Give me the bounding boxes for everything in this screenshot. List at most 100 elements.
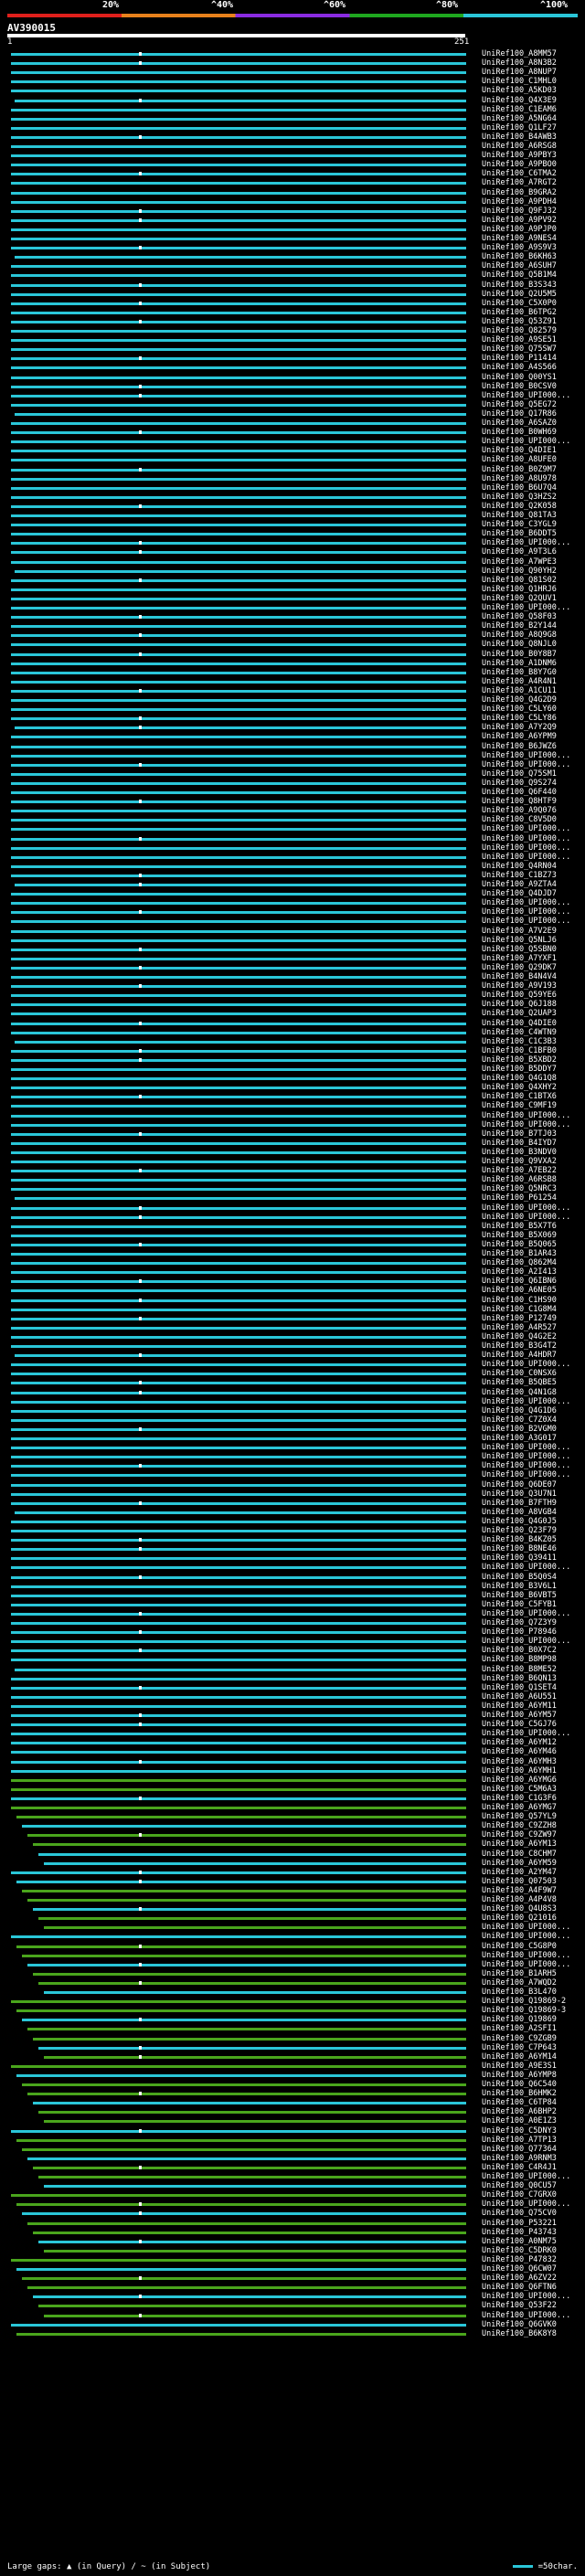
hit-name-link[interactable]: UniRef100_UPI000... <box>482 2172 584 2181</box>
hit-name-link[interactable]: UniRef100_UPI000... <box>482 391 584 400</box>
hit-name-link[interactable]: UniRef100_C3YGL9 <box>482 520 584 529</box>
hit-name-link[interactable]: UniRef100_A6ZV22 <box>482 2274 584 2283</box>
hit-name-link[interactable]: UniRef100_A7WQD2 <box>482 1978 584 1988</box>
hit-name-link[interactable]: UniRef100_Q5B1M4 <box>482 270 584 280</box>
hit-name-link[interactable]: UniRef100_C1BFB0 <box>482 1046 584 1055</box>
hit-name-link[interactable]: UniRef100_A7YXF1 <box>482 954 584 963</box>
hit-name-link[interactable]: UniRef100_Q77364 <box>482 2145 584 2154</box>
hit-name-link[interactable]: UniRef100_C9ZW97 <box>482 1830 584 1839</box>
hit-name-link[interactable]: UniRef100_Q1SET4 <box>482 1683 584 1692</box>
hit-name-link[interactable]: UniRef100_A3G017 <box>482 1434 584 1443</box>
hit-name-link[interactable]: UniRef100_B0Z9M7 <box>482 465 584 474</box>
hit-name-link[interactable]: UniRef100_Q75SM1 <box>482 769 584 779</box>
hit-name-link[interactable]: UniRef100_C9ZZH8 <box>482 1821 584 1830</box>
hit-name-link[interactable]: UniRef100_Q57YL9 <box>482 1812 584 1821</box>
hit-name-link[interactable]: UniRef100_A6YMG6 <box>482 1776 584 1785</box>
hit-name-link[interactable]: UniRef100_UPI000... <box>482 2200 584 2209</box>
hit-name-link[interactable]: UniRef100_Q6C540 <box>482 2080 584 2089</box>
hit-name-link[interactable]: UniRef100_B4N4V4 <box>482 972 584 981</box>
hit-name-link[interactable]: UniRef100_Q4G0J5 <box>482 1517 584 1526</box>
hit-name-link[interactable]: UniRef100_Q3HZS2 <box>482 493 584 502</box>
hit-name-link[interactable]: UniRef100_A6RSB8 <box>482 1175 584 1184</box>
hit-name-link[interactable]: UniRef100_Q5NLJ6 <box>482 936 584 945</box>
hit-name-link[interactable]: UniRef100_B3G4T2 <box>482 1341 584 1351</box>
hit-name-link[interactable]: UniRef100_B0X7C2 <box>482 1646 584 1655</box>
hit-name-link[interactable]: UniRef100_A4HDR7 <box>482 1351 584 1360</box>
hit-name-link[interactable]: UniRef100_A7RGT2 <box>482 178 584 187</box>
hit-name-link[interactable]: UniRef100_A2YM47 <box>482 1868 584 1877</box>
hit-name-link[interactable]: UniRef100_UPI000... <box>482 1609 584 1618</box>
hit-name-link[interactable]: UniRef100_Q29DK7 <box>482 963 584 972</box>
hit-name-link[interactable]: UniRef100_A9PV92 <box>482 216 584 225</box>
hit-name-link[interactable]: UniRef100_A9PDH4 <box>482 197 584 207</box>
hit-name-link[interactable]: UniRef100_C6TP84 <box>482 2098 584 2107</box>
hit-name-link[interactable]: UniRef100_Q7Z3Y9 <box>482 1618 584 1627</box>
hit-name-link[interactable]: UniRef100_A6YMH3 <box>482 1757 584 1766</box>
hit-name-link[interactable]: UniRef100_A4R4N1 <box>482 677 584 686</box>
hit-name-link[interactable]: UniRef100_B8MP98 <box>482 1655 584 1664</box>
hit-name-link[interactable]: UniRef100_A4F9W7 <box>482 1886 584 1895</box>
hit-name-link[interactable]: UniRef100_UPI000... <box>482 751 584 760</box>
hit-name-link[interactable]: UniRef100_Q1HRJ6 <box>482 585 584 594</box>
hit-name-link[interactable]: UniRef100_UPI000... <box>482 1213 584 1222</box>
hit-name-link[interactable]: UniRef100_Q53Z91 <box>482 317 584 326</box>
hit-name-link[interactable]: UniRef100_Q21016 <box>482 1913 584 1923</box>
hit-name-link[interactable]: UniRef100_C4R4J1 <box>482 2163 584 2172</box>
hit-name-link[interactable]: UniRef100_A4P4V8 <box>482 1895 584 1904</box>
hit-name-link[interactable]: UniRef100_UPI000... <box>482 907 584 917</box>
hit-name-link[interactable]: UniRef100_A2I413 <box>482 1267 584 1277</box>
hit-name-link[interactable]: UniRef100_A9V193 <box>482 981 584 991</box>
hit-name-link[interactable]: UniRef100_B6VBT5 <box>482 1591 584 1600</box>
hit-name-link[interactable]: UniRef100_Q58F03 <box>482 612 584 621</box>
hit-name-link[interactable]: UniRef100_Q2QUV1 <box>482 594 584 603</box>
hit-name-link[interactable]: UniRef100_B6DDT5 <box>482 529 584 538</box>
hit-name-link[interactable]: UniRef100_Q2U5M5 <box>482 290 584 299</box>
hit-name-link[interactable]: UniRef100_C4WTN9 <box>482 1028 584 1037</box>
hit-name-link[interactable]: UniRef100_Q4G2D9 <box>482 695 584 705</box>
hit-name-link[interactable]: UniRef100_B8ME52 <box>482 1665 584 1674</box>
hit-name-link[interactable]: UniRef100_Q9FJ32 <box>482 207 584 216</box>
hit-name-link[interactable]: UniRef100_C8V5D0 <box>482 815 584 824</box>
hit-name-link[interactable]: UniRef100_A7TP13 <box>482 2136 584 2145</box>
hit-name-link[interactable]: UniRef100_Q4N1G8 <box>482 1388 584 1397</box>
hit-name-link[interactable]: UniRef100_B1ARH5 <box>482 1969 584 1978</box>
hit-name-link[interactable]: UniRef100_C7Z0X4 <box>482 1415 584 1425</box>
hit-name-link[interactable]: UniRef100_Q4X3E9 <box>482 96 584 105</box>
hit-name-link[interactable]: UniRef100_Q8HTF9 <box>482 797 584 806</box>
hit-name-link[interactable]: UniRef100_A6YM59 <box>482 1859 584 1868</box>
hit-name-link[interactable]: UniRef100_UPI000... <box>482 437 584 446</box>
hit-name-link[interactable]: UniRef100_C1BZ73 <box>482 871 584 880</box>
hit-name-link[interactable]: UniRef100_B1AR43 <box>482 1249 584 1258</box>
hit-name-link[interactable]: UniRef100_C5LY60 <box>482 705 584 714</box>
hit-name-link[interactable]: UniRef100_B6U7Q4 <box>482 483 584 493</box>
hit-name-link[interactable]: UniRef100_A9S9V3 <box>482 243 584 252</box>
hit-name-link[interactable]: UniRef100_Q07503 <box>482 1877 584 1886</box>
hit-name-link[interactable]: UniRef100_B4KZ05 <box>482 1535 584 1544</box>
hit-name-link[interactable]: UniRef100_Q4U8S3 <box>482 1904 584 1913</box>
hit-name-link[interactable]: UniRef100_A6U551 <box>482 1692 584 1701</box>
hit-name-link[interactable]: UniRef100_B3S343 <box>482 281 584 290</box>
hit-name-link[interactable]: UniRef100_A9PBO0 <box>482 160 584 169</box>
hit-name-link[interactable]: UniRef100_Q75SW7 <box>482 345 584 354</box>
hit-name-link[interactable]: UniRef100_B0WH69 <box>482 428 584 437</box>
hit-name-link[interactable]: UniRef100_Q8NJL0 <box>482 640 584 649</box>
hit-name-link[interactable]: UniRef100_UPI000... <box>482 1932 584 1941</box>
hit-name-link[interactable]: UniRef100_UPI000... <box>482 1951 584 1960</box>
hit-name-link[interactable]: UniRef100_B6K8Y8 <box>482 2329 584 2338</box>
hit-name-link[interactable]: UniRef100_Q3U7N1 <box>482 1489 584 1499</box>
hit-name-link[interactable]: UniRef100_B5X069 <box>482 1231 584 1240</box>
hit-name-link[interactable]: UniRef100_A5NG64 <box>482 114 584 123</box>
hit-name-link[interactable]: UniRef100_B5Q065 <box>482 1240 584 1249</box>
hit-name-link[interactable]: UniRef100_Q6DE07 <box>482 1480 584 1489</box>
hit-name-link[interactable]: UniRef100_B6HMK2 <box>482 2089 584 2098</box>
hit-name-link[interactable]: UniRef100_A8VGB4 <box>482 1508 584 1517</box>
hit-name-link[interactable]: UniRef100_C1HS90 <box>482 1296 584 1305</box>
hit-name-link[interactable]: UniRef100_A4R527 <box>482 1323 584 1332</box>
hit-name-link[interactable]: UniRef100_C5FYB1 <box>482 1600 584 1609</box>
hit-name-link[interactable]: UniRef100_UPI000... <box>482 1360 584 1369</box>
hit-name-link[interactable]: UniRef100_A7WPE3 <box>482 557 584 567</box>
hit-name-link[interactable]: UniRef100_A9E3S1 <box>482 2062 584 2071</box>
hit-name-link[interactable]: UniRef100_B5QBE5 <box>482 1378 584 1387</box>
hit-name-link[interactable]: UniRef100_UPI000... <box>482 538 584 547</box>
hit-name-link[interactable]: UniRef100_UPI000... <box>482 1203 584 1213</box>
